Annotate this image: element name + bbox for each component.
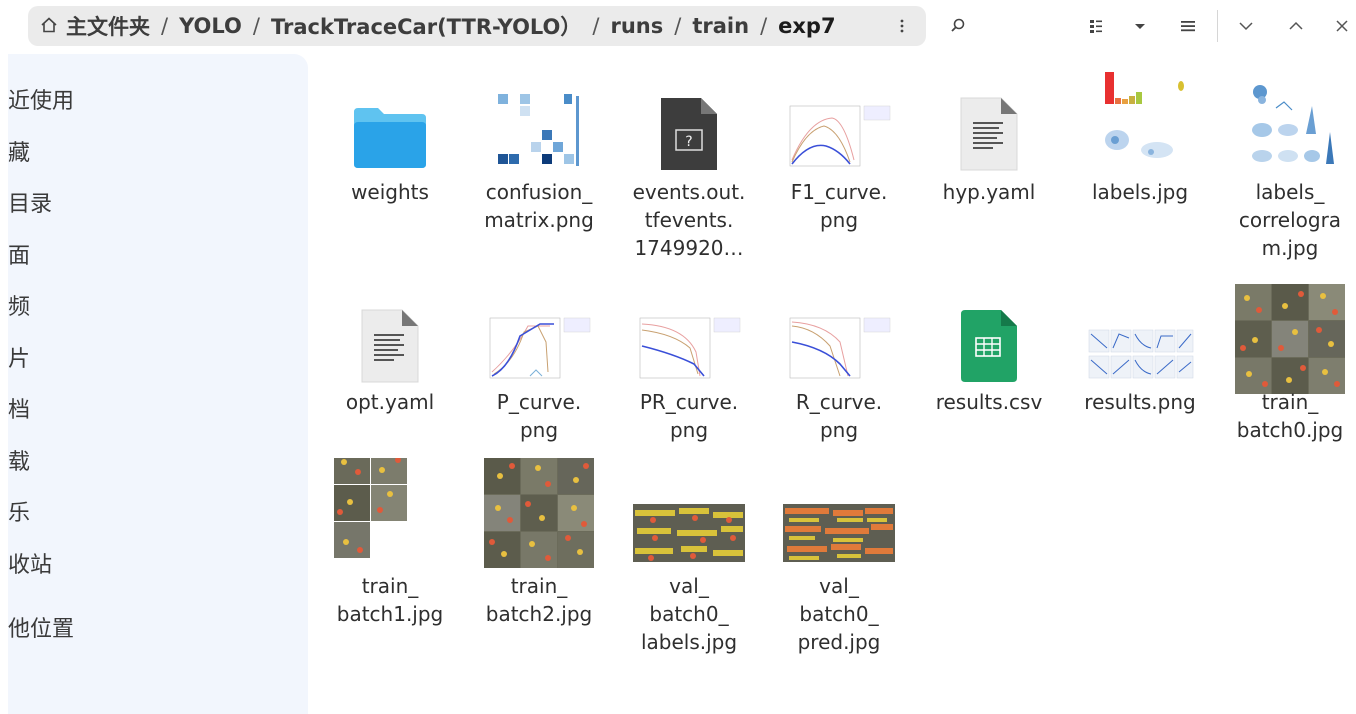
breadcrumb-separator: / (592, 14, 600, 38)
sidebar-item-trash[interactable]: 收站 (8, 546, 308, 586)
sidebar-item-label: 面 (8, 244, 31, 269)
file-name: R_curve. png (795, 390, 883, 442)
file-name: train_ batch0.jpg (1236, 390, 1344, 442)
sidebar-item-label: 档 (8, 398, 31, 423)
file-name: train_ batch1.jpg (336, 574, 444, 626)
breadcrumb-segment-project[interactable]: TrackTraceCar(TTR-YOLO） (271, 11, 581, 41)
sidebar-item-documents[interactable]: 档 (8, 391, 308, 431)
sidebar-item-label: 目录 (8, 192, 53, 217)
maximize-icon[interactable] (1282, 12, 1310, 40)
file-name: weights (351, 180, 429, 204)
p-curve-thumbnail (469, 284, 609, 384)
train-batch2-thumbnail (469, 458, 609, 568)
file-name: results.csv (935, 390, 1043, 414)
text-file-icon (320, 284, 460, 384)
breadcrumb-separator: / (252, 14, 260, 38)
breadcrumb-separator: / (161, 14, 169, 38)
results-thumbnail (1070, 284, 1210, 384)
sidebar-item-starred[interactable]: 藏 (8, 134, 308, 174)
labels-correlogram-thumbnail (1220, 72, 1356, 172)
sidebar-item-label: 载 (8, 450, 31, 475)
path-menu-icon[interactable] (890, 14, 914, 38)
sidebar-item-label: 藏 (8, 141, 31, 166)
sidebar-item-label: 乐 (8, 501, 31, 526)
pr-curve-thumbnail (619, 284, 759, 384)
hamburger-menu-icon[interactable] (1174, 12, 1202, 40)
file-name: events.out. tfevents. 1749920… (632, 180, 746, 260)
breadcrumb-segment-train[interactable]: train (692, 14, 749, 38)
breadcrumb-separator: / (760, 14, 768, 38)
header-divider (1217, 10, 1218, 42)
chevron-down-icon[interactable] (1126, 12, 1154, 40)
search-icon[interactable] (944, 12, 972, 40)
file-name: labels.jpg (1091, 180, 1189, 204)
sidebar-item-label: 收站 (8, 553, 53, 578)
sidebar-item-other-locations[interactable]: 他位置 (8, 610, 308, 650)
file-name: val_ batch0_ pred.jpg (797, 574, 881, 654)
file-name: PR_curve. png (639, 390, 739, 442)
file-name: labels_ correlogra m.jpg (1238, 180, 1342, 260)
breadcrumb-segment-yolo[interactable]: YOLO (179, 14, 242, 38)
svg-text:?: ? (685, 134, 692, 150)
labels-thumbnail (1070, 72, 1210, 172)
sidebar-item-recent[interactable]: 近使用 (8, 82, 308, 122)
sidebar: 近使用 藏 目录 面 频 片 档 载 乐 收站 他位置 (8, 54, 308, 714)
view-options-icon[interactable] (1082, 12, 1110, 40)
sidebar-item-label: 片 (8, 347, 31, 372)
f1-curve-thumbnail (769, 72, 909, 172)
sidebar-item-label: 频 (8, 295, 31, 320)
header-bar: 主文件夹 / YOLO / TrackTraceCar(TTR-YOLO） / … (0, 0, 1356, 52)
train-batch0-thumbnail (1220, 284, 1356, 394)
file-name: P_curve. png (496, 390, 582, 442)
sidebar-item-home[interactable]: 目录 (8, 185, 308, 225)
file-name: F1_curve. png (790, 180, 888, 232)
sidebar-item-pictures[interactable]: 片 (8, 340, 308, 380)
val-batch0-labels-thumbnail (619, 468, 759, 568)
file-name: confusion_ matrix.png (484, 180, 594, 232)
breadcrumb-home[interactable]: 主文件夹 (66, 11, 150, 41)
breadcrumb-separator: / (674, 14, 682, 38)
file-name: hyp.yaml (942, 180, 1036, 204)
spreadsheet-icon (919, 284, 1059, 384)
close-icon[interactable] (1328, 12, 1356, 40)
r-curve-thumbnail (769, 284, 909, 384)
file-name: results.png (1084, 390, 1196, 414)
val-batch0-pred-thumbnail (769, 468, 909, 568)
sidebar-item-label: 近使用 (8, 89, 75, 114)
breadcrumb-segment-runs[interactable]: runs (611, 14, 664, 38)
home-icon[interactable] (40, 16, 60, 36)
file-name: opt.yaml (345, 390, 435, 414)
sidebar-item-music[interactable]: 乐 (8, 494, 308, 534)
sidebar-item-downloads[interactable]: 载 (8, 443, 308, 483)
sidebar-item-videos[interactable]: 频 (8, 288, 308, 328)
text-file-icon (919, 72, 1059, 172)
file-name: train_ batch2.jpg (485, 574, 593, 626)
sidebar-item-desktop[interactable]: 面 (8, 237, 308, 277)
unknown-file-icon: ? (619, 72, 759, 172)
sidebar-item-label: 他位置 (8, 617, 75, 642)
breadcrumb[interactable]: 主文件夹 / YOLO / TrackTraceCar(TTR-YOLO） / … (28, 6, 926, 46)
file-name: val_ batch0_ labels.jpg (640, 574, 738, 654)
folder-icon (320, 72, 460, 172)
confusion-matrix-thumbnail (469, 72, 609, 172)
breadcrumb-current[interactable]: exp7 (778, 14, 835, 38)
train-batch1-thumbnail (320, 458, 460, 568)
minimize-icon[interactable] (1232, 12, 1260, 40)
